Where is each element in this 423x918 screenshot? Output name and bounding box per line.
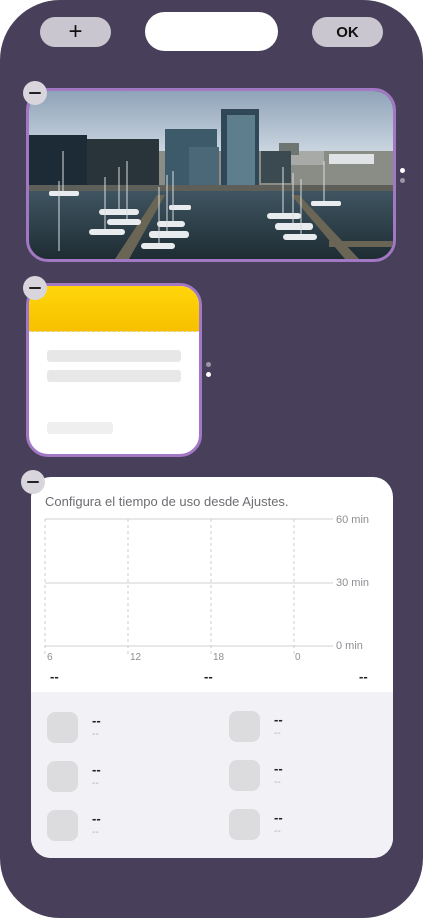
notes-widget-page-dots (206, 362, 211, 382)
app-name: -- (92, 713, 101, 728)
x-tick-label: 12 (130, 652, 142, 663)
y-tick-label: 0 min (336, 640, 363, 652)
app-icon-placeholder (229, 760, 260, 791)
summary-value: -- (204, 669, 213, 684)
x-tick-label: 0 (295, 652, 301, 663)
app-time: -- (92, 778, 99, 789)
summary-value: -- (50, 669, 59, 684)
x-tick-label: 18 (213, 652, 225, 663)
app-usage-list: -- -- -- -- -- -- -- -- -- -- -- -- (31, 692, 393, 858)
list-item: -- -- (229, 711, 379, 745)
y-tick-label: 60 min (336, 514, 369, 526)
photo-widget-page-dots (400, 168, 405, 188)
photo-widget[interactable] (26, 88, 396, 262)
app-name: -- (274, 810, 283, 825)
app-time: -- (92, 827, 99, 838)
widget-edit-screen: + OK Configura el tiempo de uso desde Aj… (0, 0, 423, 918)
app-icon-placeholder (47, 761, 78, 792)
y-tick-label: 30 min (336, 577, 369, 589)
list-item: -- -- (229, 760, 379, 794)
dynamic-island (145, 12, 278, 51)
app-icon-placeholder (47, 712, 78, 743)
app-name: -- (92, 811, 101, 826)
remove-photo-widget-button[interactable] (23, 81, 47, 105)
app-icon-placeholder (47, 810, 78, 841)
usage-chart: 60 min 30 min 0 min 6 12 18 0 (44, 514, 369, 663)
notes-header (29, 286, 199, 332)
harbor-photo (29, 91, 393, 259)
app-name: -- (274, 761, 283, 776)
remove-notes-widget-button[interactable] (23, 276, 47, 300)
app-time: -- (274, 728, 281, 739)
note-placeholder-date (47, 422, 113, 434)
x-tick-label: 6 (47, 652, 53, 663)
app-icon-placeholder (229, 711, 260, 742)
app-time: -- (92, 729, 99, 740)
app-time: -- (274, 777, 281, 788)
list-item: -- -- (229, 809, 379, 843)
app-icon-placeholder (229, 809, 260, 840)
note-placeholder-line (47, 370, 181, 382)
app-time: -- (274, 826, 281, 837)
app-name: -- (274, 712, 283, 727)
list-item: -- -- (47, 761, 197, 795)
add-widget-button[interactable]: + (40, 17, 111, 47)
list-item: -- -- (47, 810, 197, 844)
screen-time-widget[interactable]: Configura el tiempo de uso desde Ajustes… (31, 477, 393, 858)
remove-screen-time-widget-button[interactable] (21, 470, 45, 494)
done-button[interactable]: OK (312, 17, 383, 47)
list-item: -- -- (47, 712, 197, 746)
summary-value: -- (359, 669, 368, 684)
notes-widget[interactable] (26, 283, 202, 457)
app-name: -- (92, 762, 101, 777)
note-placeholder-line (47, 350, 181, 362)
